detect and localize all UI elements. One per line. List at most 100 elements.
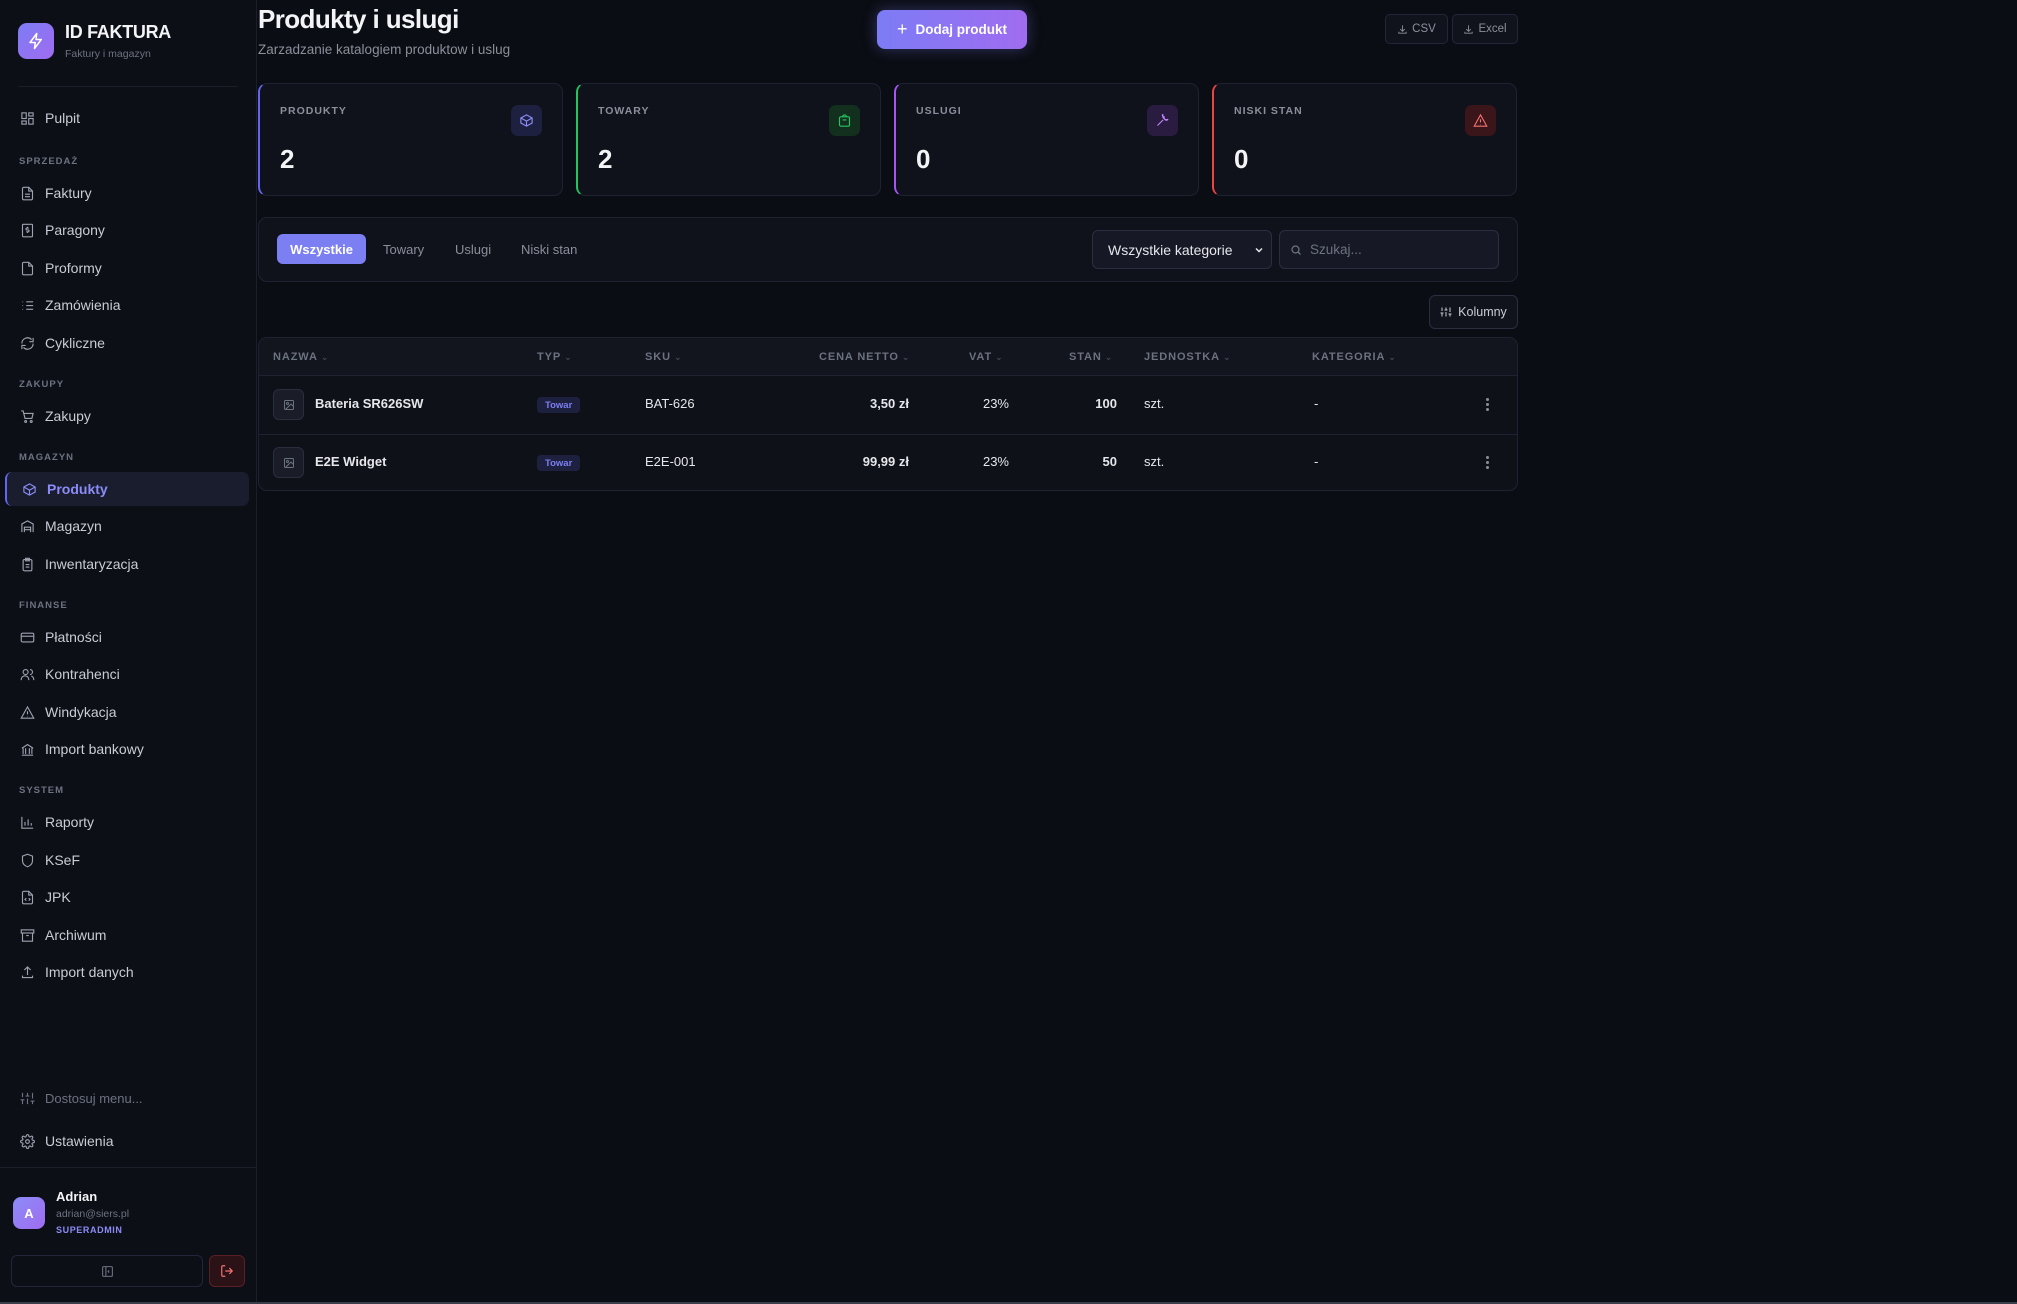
sidebar-item-ustawienia[interactable]: Ustawienia (5, 1124, 249, 1158)
warehouse-icon (21, 519, 34, 532)
stat-card-produkty: PRODUKTY 2 (258, 83, 563, 196)
export-csv-label: CSV (1412, 23, 1436, 35)
sidebar-item-windykacja[interactable]: Windykacja (5, 695, 249, 729)
receipt-icon (21, 223, 34, 237)
sidebar-collapse-icon (101, 1265, 113, 1277)
product-price: 99,99 zł (862, 454, 909, 469)
export-csv-button[interactable]: CSV (1385, 14, 1448, 44)
user-profile[interactable]: A Adrian adrian@siers.pl SUPERADMIN (13, 1189, 129, 1235)
tab-niski-stan[interactable]: Niski stan (521, 234, 577, 264)
sidebar-item-label: Import danych (45, 964, 134, 980)
file-icon (21, 261, 34, 275)
column-header-stan[interactable]: STAN ⌄ (1069, 351, 1113, 363)
sidebar-item-kontrahenci[interactable]: Kontrahenci (5, 657, 249, 691)
collapse-sidebar-button[interactable] (11, 1255, 203, 1287)
upload-icon (21, 965, 34, 978)
section-magazyn: MAGAZYN (19, 452, 75, 463)
sidebar-item-import-bankowy[interactable]: Import bankowy (5, 732, 249, 766)
column-header-vat[interactable]: VAT ⌄ (969, 351, 1004, 363)
file-icon (21, 186, 34, 200)
column-header-nazwa[interactable]: NAZWA ⌄ (273, 351, 329, 363)
stat-value: 0 (1234, 144, 1249, 174)
table-row[interactable]: E2E Widget Towar E2E-001 99,99 zł 23% 50… (259, 434, 1517, 490)
sidebar-item-label: Archiwum (45, 927, 107, 943)
download-icon (1464, 24, 1474, 34)
table-row[interactable]: Bateria SR626SW Towar BAT-626 3,50 zł 23… (259, 376, 1517, 433)
list-icon (22, 300, 34, 310)
sidebar-item-archiwum[interactable]: Archiwum (5, 918, 249, 952)
sidebar-item-paragony[interactable]: Paragony (5, 213, 249, 247)
sidebar-item-raporty[interactable]: Raporty (5, 805, 249, 839)
add-product-button[interactable]: + Dodaj produkt (877, 10, 1027, 49)
image-placeholder-icon (273, 447, 304, 478)
product-vat: 23% (982, 454, 1009, 469)
stat-label: NISKI STAN (1234, 105, 1303, 117)
columns-button[interactable]: Kolumny (1429, 295, 1518, 329)
section-zakupy: ZAKUPY (19, 379, 65, 390)
sidebar-item-label: KSeF (45, 852, 81, 868)
tab-towary[interactable]: Towary (383, 234, 424, 264)
sliders-icon (20, 1092, 35, 1104)
dashboard-icon (21, 111, 34, 125)
column-header-sku[interactable]: SKU ⌄ (645, 351, 682, 363)
category-select[interactable]: Wszystkie kategorie (1092, 230, 1272, 269)
product-stock: 50 (1102, 454, 1117, 469)
box-icon (511, 105, 542, 136)
product-name[interactable]: E2E Widget (315, 454, 386, 469)
divider (18, 86, 238, 87)
sidebar-item-pulpit[interactable]: Pulpit (5, 101, 249, 135)
sidebar-item-proformy[interactable]: Proformy (5, 251, 249, 285)
column-header-typ[interactable]: TYP ⌄ (537, 351, 573, 363)
sidebar-item-ksef[interactable]: KSeF (5, 843, 249, 877)
shield-icon (21, 853, 34, 867)
tab-wszystkie[interactable]: Wszystkie (277, 234, 366, 264)
export-excel-button[interactable]: Excel (1452, 14, 1518, 44)
column-header-jednostka[interactable]: JEDNOSTKA ⌄ (1144, 351, 1231, 363)
more-vertical-icon[interactable] (1486, 398, 1490, 413)
sidebar-item-inwentaryzacja[interactable]: Inwentaryzacja (5, 547, 249, 581)
divider (0, 1167, 257, 1168)
column-header-cena-netto[interactable]: CENA NETTO ⌄ (819, 351, 910, 363)
sidebar-item-import-danych[interactable]: Import danych (5, 955, 249, 989)
sidebar-item-faktury[interactable]: Faktury (5, 176, 249, 210)
section-system: SYSTEM (19, 785, 65, 796)
product-name[interactable]: Bateria SR626SW (315, 396, 423, 411)
gear-icon (20, 1133, 35, 1149)
sidebar: ID FAKTURA Faktury i magazyn Pulpit SPRZ… (0, 0, 257, 1302)
search-box[interactable] (1279, 230, 1499, 269)
sidebar-item-cykliczne[interactable]: Cykliczne (5, 326, 249, 360)
sidebar-item-magazyn[interactable]: Magazyn (5, 509, 249, 543)
tab-uslugi[interactable]: Uslugi (455, 234, 491, 264)
bag-icon (829, 105, 860, 136)
sidebar-item-zakupy[interactable]: Zakupy (5, 399, 249, 433)
stat-value: 2 (280, 144, 295, 174)
sidebar-item-zamowienia[interactable]: Zamówienia (5, 288, 249, 322)
sidebar-item-jpk[interactable]: JPK (5, 880, 249, 914)
customize-menu-button[interactable]: Dostosuj menu... (5, 1081, 249, 1115)
search-icon (1291, 244, 1301, 255)
product-category: - (1314, 396, 1319, 411)
table-header: NAZWA ⌄ TYP ⌄ SKU ⌄ CENA NETTO ⌄ VAT ⌄ STAN ⌄ … (259, 338, 1517, 376)
chart-icon (21, 816, 34, 829)
stat-label: USLUGI (916, 105, 962, 117)
user-name: Adrian (56, 1189, 98, 1204)
sidebar-item-label: Windykacja (45, 704, 117, 720)
columns-icon (1440, 307, 1452, 317)
sidebar-item-label: Płatności (45, 629, 102, 645)
sidebar-item-label: Inwentaryzacja (45, 556, 139, 572)
sidebar-item-label: Kontrahenci (45, 666, 120, 682)
stat-card-uslugi: USLUGI 0 (894, 83, 1199, 196)
brand[interactable]: ID FAKTURA Faktury i magazyn (18, 22, 171, 60)
clipboard-icon (22, 557, 33, 571)
sidebar-item-label: Ustawienia (45, 1133, 114, 1149)
column-header-kategoria[interactable]: KATEGORIA ⌄ (1312, 351, 1397, 363)
sidebar-item-label: Import bankowy (45, 741, 144, 757)
wrench-icon (1147, 105, 1178, 136)
sidebar-item-label: Magazyn (45, 518, 102, 534)
logout-button[interactable] (209, 1255, 245, 1287)
more-vertical-icon[interactable] (1486, 456, 1490, 471)
sidebar-item-platnosci[interactable]: Płatności (5, 620, 249, 654)
search-input[interactable] (1310, 242, 1490, 257)
add-product-label: Dodaj produkt (915, 22, 1008, 37)
sidebar-item-produkty[interactable]: Produkty (5, 472, 249, 506)
